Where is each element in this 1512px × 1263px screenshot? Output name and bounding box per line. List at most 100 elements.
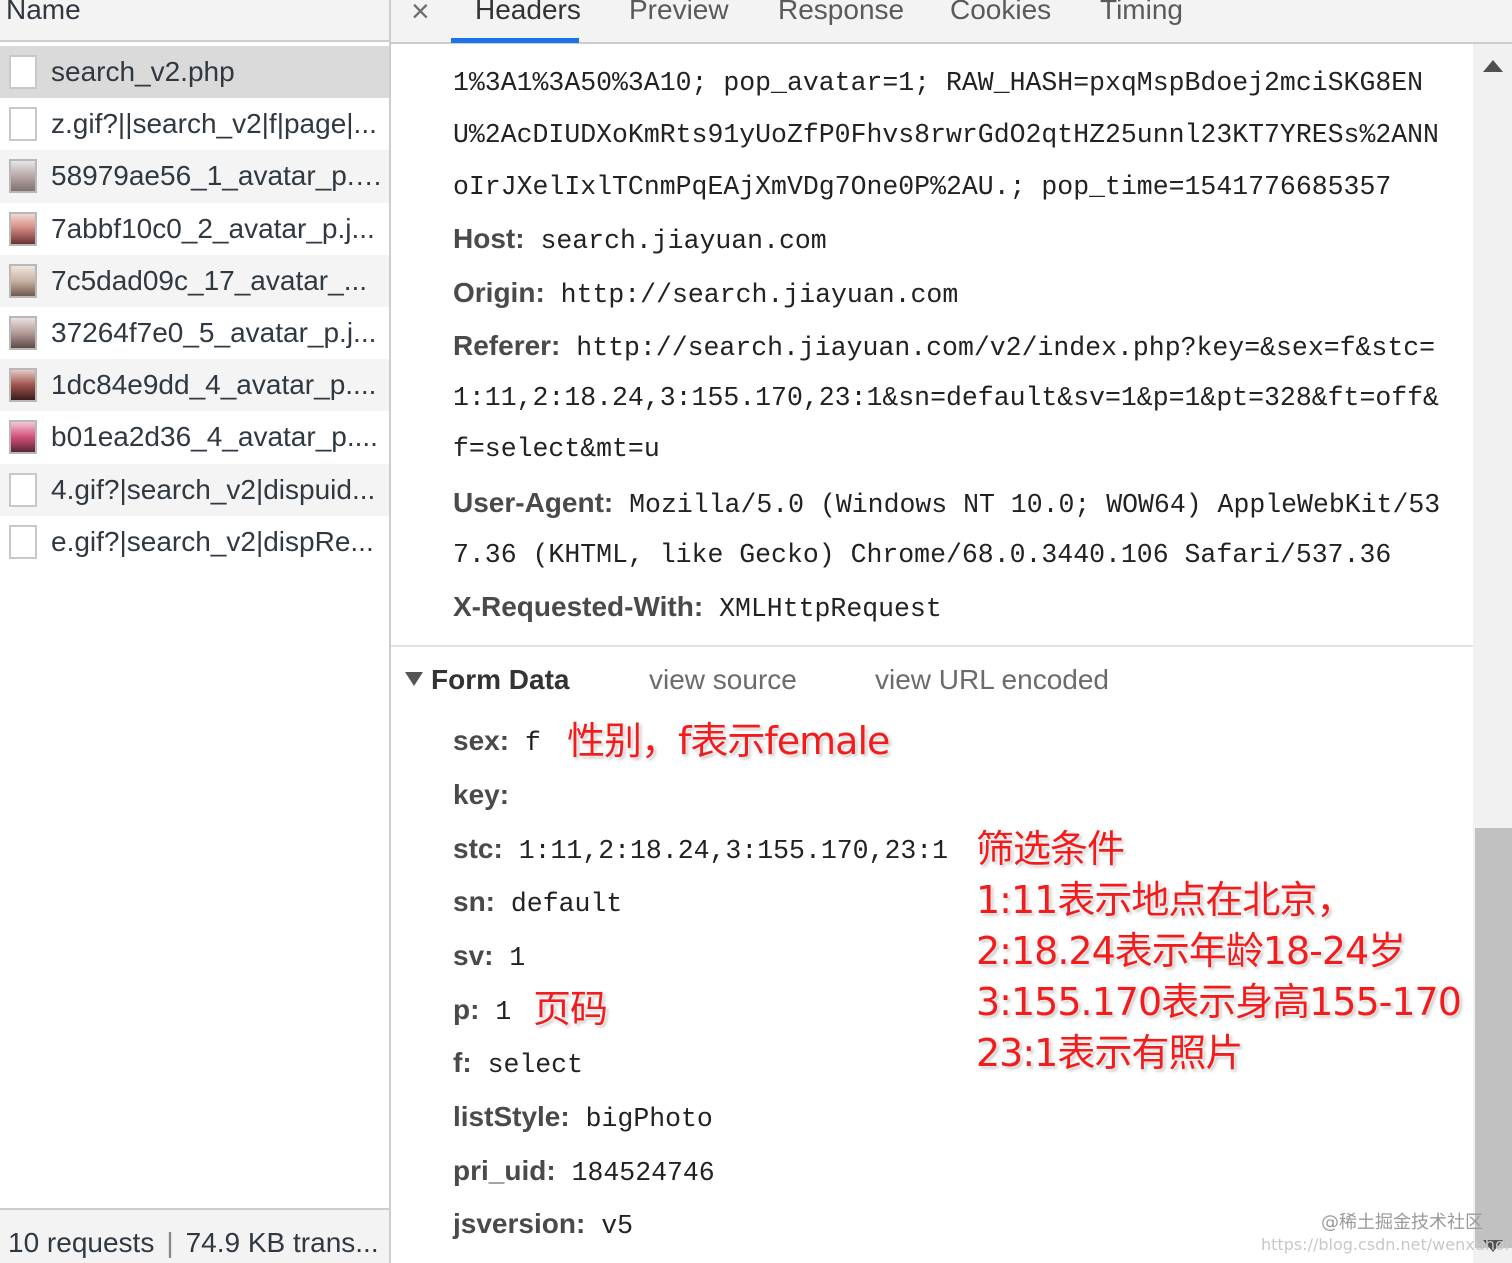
form-key: p: [453,994,480,1025]
form-value: bigPhoto [585,1104,713,1134]
scrollbar-thumb[interactable] [1475,828,1512,1248]
header-value: XMLHttpRequest [719,594,942,624]
form-key: f: [453,1047,472,1078]
image-thumbnail-icon [9,420,37,455]
watermark-url: https://blog.csdn.net/wenxuhonghe [1261,1235,1512,1254]
view-url-encoded-link[interactable]: view URL encoded [875,664,1109,696]
header-key: Origin: [453,277,545,308]
annotation-stc-location: 1:11表示地点在北京， [976,878,1354,922]
tab-cookies[interactable]: Cookies [950,0,1051,28]
request-name: 58979ae56_1_avatar_p.j... [51,160,383,192]
request-row[interactable]: 37264f7e0_5_avatar_p.j... [0,307,389,359]
annotation-stc-height: 3:155.170表示身高155-170 [976,980,1462,1024]
request-row[interactable]: 4.gif?|search_v2|dispuid... [0,463,389,516]
header-referer: Referer: http://search.jiayuan.com/v2/in… [453,329,1435,365]
request-row[interactable]: 1dc84e9dd_4_avatar_p.... [0,359,389,412]
request-row[interactable]: 7abbf10c0_2_avatar_p.j... [0,203,389,255]
document-icon [9,107,37,142]
header-value-line: f=select&mt=u [453,434,660,464]
form-field-p: p: 1 [453,993,511,1029]
form-value: 1:11,2:18.24,3:155.170,23:1 [518,836,949,866]
form-key: sex: [453,725,510,756]
cookie-value-line: oIrJXelIxlTCnmPqEAjXmVDg7One0P%2AU.; pop… [453,172,1392,202]
collapse-triangle-icon[interactable] [405,672,423,686]
request-detail-pane: × Headers Preview Response Cookies Timin… [391,0,1512,1263]
header-host: Host: search.jiayuan.com [453,222,827,258]
form-key: pri_uid: [453,1155,556,1186]
request-row[interactable]: 58979ae56_1_avatar_p.j... [0,150,389,203]
header-value-line: 7.36 (KHTML, like Gecko) Chrome/68.0.344… [453,540,1392,570]
cookie-value-line: U%2AcDIUDXoKmRts91yUoZfP0Fhvs8rwrGdO2qtH… [453,120,1439,150]
image-thumbnail-icon [9,159,37,194]
image-thumbnail-icon [9,368,37,403]
active-tab-indicator [451,38,579,43]
annotation-sex: 性别，f表示female [567,719,890,763]
request-name: 7c5dad09c_17_avatar_... [51,264,368,296]
header-value: http://search.jiayuan.com [560,280,959,310]
header-key: Host: [453,223,525,254]
form-key: key: [453,779,510,810]
form-field-liststyle: listStyle: bigPhoto [453,1100,713,1136]
document-icon [9,524,37,559]
header-key: X-Requested-With: [453,591,704,622]
request-headers-section: 1%3A1%3A50%3A10; pop_avatar=1; RAW_HASH=… [391,44,1473,644]
form-value: f [524,728,541,758]
devtools-network-panel: Name search_v2.php z.gif?||search_v2|f|p… [0,0,1512,1263]
form-key: sn: [453,886,495,917]
request-name: 37264f7e0_5_avatar_p.j... [51,316,377,348]
request-row[interactable]: b01ea2d36_4_avatar_p.... [0,411,389,463]
form-key: listStyle: [453,1101,570,1132]
watermark-text: @稀土掘金技术社区 [1321,1212,1483,1233]
form-data-section: Form Data view source view URL encoded s… [391,650,1473,1263]
form-field-sv: sv: 1 [453,939,525,975]
close-icon[interactable]: × [411,0,430,28]
section-divider [391,645,1473,647]
annotation-stc-photo: 23:1表示有照片 [976,1031,1243,1075]
header-value-line: 1:11,2:18.24,3:155.170,23:1&sn=default&s… [453,383,1439,413]
header-value: search.jiayuan.com [540,226,827,256]
annotation-stc-title: 筛选条件 [976,827,1125,871]
annotation-stc-age: 2:18.24表示年龄18-24岁 [976,929,1406,973]
form-key: stc: [453,833,503,864]
view-source-link[interactable]: view source [649,664,797,696]
vertical-scrollbar[interactable] [1473,44,1512,1263]
form-key: jsversion: [453,1208,586,1239]
image-thumbnail-icon [9,263,37,298]
document-icon [9,55,37,89]
header-value: Mozilla/5.0 (Windows NT 10.0; WOW64) App… [629,490,1441,520]
network-status-bar: 10 requests | 74.9 KB trans... [0,1208,389,1263]
annotation-page: 页码 [533,987,608,1031]
form-value: select [487,1050,583,1080]
request-list: search_v2.php z.gif?||search_v2|f|page|.… [0,46,389,568]
header-key: Referer: [453,330,561,361]
form-field-stc: stc: 1:11,2:18.24,3:155.170,23:1 [453,832,948,868]
request-count: 10 requests [8,1227,155,1258]
request-row[interactable]: e.gif?|search_v2|dispRe... [0,516,389,568]
form-field-jsversion: jsversion: v5 [453,1207,633,1243]
tab-response[interactable]: Response [778,0,904,28]
request-name: 7abbf10c0_2_avatar_p.j... [51,212,375,244]
document-icon [9,472,37,507]
form-key: sv: [453,940,494,971]
name-column-header[interactable]: Name [0,0,389,42]
tab-preview[interactable]: Preview [629,0,729,28]
request-name: e.gif?|search_v2|dispRe... [51,525,374,557]
form-value: 184524746 [571,1158,715,1188]
request-name: b01ea2d36_4_avatar_p.... [51,421,378,453]
form-field-f: f: select [453,1046,583,1082]
scroll-up-arrow-icon[interactable] [1483,60,1503,72]
form-field-sn: sn: default [453,885,622,921]
request-row[interactable]: z.gif?||search_v2|f|page|... [0,98,389,150]
request-row[interactable]: 7c5dad09c_17_avatar_... [0,254,389,307]
form-value: default [510,889,623,919]
tab-timing[interactable]: Timing [1100,0,1183,28]
tab-headers[interactable]: Headers [475,0,581,28]
form-data-title[interactable]: Form Data [431,664,569,696]
request-name: search_v2.php [51,56,235,87]
request-name: 4.gif?|search_v2|dispuid... [51,473,376,505]
header-key: User-Agent: [453,487,614,518]
request-row[interactable]: search_v2.php [0,46,389,99]
form-value: 1 [509,943,526,973]
request-list-pane: Name search_v2.php z.gif?||search_v2|f|p… [0,0,391,1263]
header-value: http://search.jiayuan.com/v2/index.php?k… [576,333,1436,363]
